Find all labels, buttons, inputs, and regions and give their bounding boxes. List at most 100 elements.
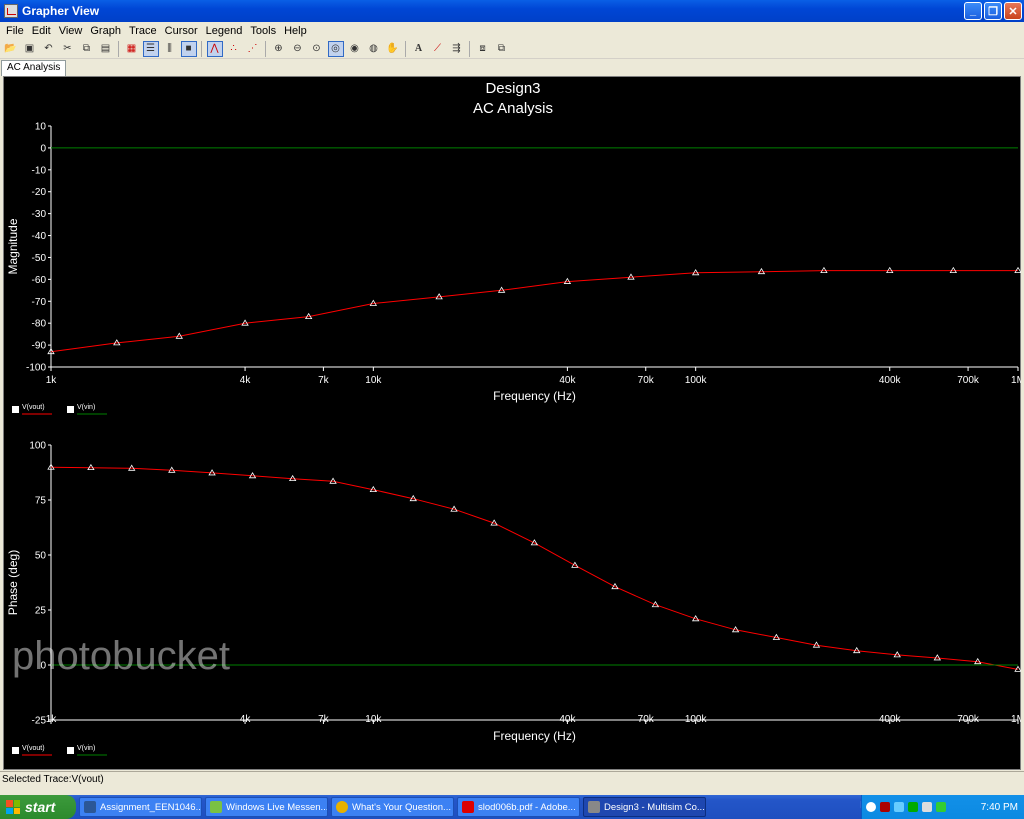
cursor-toggle-icon[interactable]: ⫼ — [162, 41, 178, 57]
copy-icon[interactable]: ⧉ — [79, 41, 95, 57]
legend-checkbox — [67, 747, 74, 754]
taskbar-item-multisim[interactable]: Design3 - Multisim Co... — [583, 797, 706, 817]
messenger-icon — [210, 801, 222, 813]
y-tick-label: 75 — [35, 496, 47, 507]
close-button[interactable]: ✕ — [1004, 2, 1022, 20]
toolbar-separator — [405, 40, 406, 57]
menu-trace[interactable]: Trace — [125, 25, 161, 37]
tab-ac-analysis[interactable]: AC Analysis — [1, 60, 67, 76]
grid-toggle-icon[interactable]: ▦ — [124, 41, 140, 57]
menu-file[interactable]: File — [2, 25, 28, 37]
y-tick-label: 100 — [29, 441, 46, 452]
text-label-icon[interactable]: A — [411, 41, 427, 57]
tab-strip: AC Analysis — [0, 59, 1024, 76]
x-tick-label: 40k — [559, 714, 576, 725]
legend-checkbox — [12, 747, 19, 754]
tray-antivirus-icon[interactable] — [908, 802, 918, 812]
status-bar: Selected Trace:V(vout) — [0, 771, 1024, 787]
menu-tools[interactable]: Tools — [246, 25, 280, 37]
export-icon[interactable]: ⇶ — [449, 41, 465, 57]
y-tick-label: -25 — [32, 716, 47, 727]
x-tick-label: 1k — [46, 375, 58, 386]
legend-toggle-icon[interactable]: ☰ — [142, 40, 159, 57]
menu-help[interactable]: Help — [280, 25, 311, 37]
x-tick-label: 4k — [240, 714, 252, 725]
photobucket-watermark: photobucket — [12, 634, 230, 678]
tray-app-icon[interactable] — [880, 802, 890, 812]
tray-volume-icon[interactable] — [922, 802, 932, 812]
overlay-icon[interactable]: ⧈ — [475, 41, 491, 57]
menu-legend[interactable]: Legend — [202, 25, 247, 37]
menu-edit[interactable]: Edit — [28, 25, 55, 37]
math-icon[interactable]: ⟋ — [430, 41, 446, 57]
task-label: Assignment_EEN1046... — [100, 801, 202, 813]
windows-flag-icon — [6, 800, 20, 814]
graph-title-line2: AC Analysis — [473, 100, 553, 117]
restore-button[interactable]: ❐ — [984, 2, 1002, 20]
y-tick-label: -90 — [32, 341, 47, 352]
open-folder-icon[interactable]: 📂 — [3, 41, 19, 57]
y-tick-label: 10 — [35, 122, 47, 133]
magnitude-plot[interactable]: 10 0 -10 -20 -30 -40 -50 -60 -70 -80 -90 -1001k 4k 7k… — [6, 122, 1022, 415]
menu-cursor[interactable]: Cursor — [161, 25, 202, 37]
save-icon[interactable]: ▣ — [22, 41, 38, 57]
start-button[interactable]: start — [0, 795, 76, 819]
legend-checkbox — [67, 406, 74, 413]
trace-markers-icon[interactable]: ⋰ — [245, 41, 261, 57]
x-axis-label: Frequency (Hz) — [493, 729, 576, 743]
phase-plot[interactable]: 1007550250-25 1k 4k 7k 10k 40k 70k 100k 400k 700k… — [6, 441, 1022, 756]
zoom-x-icon[interactable]: ◉ — [347, 41, 363, 57]
trace-line-icon[interactable]: ⋀ — [206, 40, 223, 57]
zoom-full-icon[interactable]: ◎ — [327, 40, 344, 57]
y-tick-label: -10 — [32, 165, 47, 176]
zoom-out-icon[interactable]: ⊖ — [290, 41, 306, 57]
system-tray: 7:40 PM — [861, 795, 1024, 819]
cut-icon[interactable]: ✂ — [60, 41, 76, 57]
zoom-area-icon[interactable]: ⊙ — [309, 41, 325, 57]
y-tick-label: -30 — [32, 209, 47, 220]
menu-view[interactable]: View — [55, 25, 87, 37]
y-axis-label-phase: Phase (deg) — [6, 550, 20, 615]
minimize-button[interactable]: _ — [964, 2, 982, 20]
tray-arrow-icon[interactable] — [866, 802, 876, 812]
tray-network-icon[interactable] — [894, 802, 904, 812]
y-tick-label: 25 — [35, 606, 47, 617]
zoom-in-icon[interactable]: ⊕ — [271, 41, 287, 57]
y-tick-label: -20 — [32, 187, 47, 198]
y-tick-label: -70 — [32, 297, 47, 308]
pan-hand-icon[interactable]: ✋ — [385, 41, 401, 57]
pdf-icon — [462, 801, 474, 813]
trace-points-icon[interactable]: ∴ — [226, 41, 242, 57]
tray-messenger-icon[interactable] — [936, 802, 946, 812]
grapher-app-icon — [4, 4, 18, 18]
taskbar-item-messenger[interactable]: Windows Live Messen... — [205, 797, 328, 817]
title-bar[interactable]: Grapher View _ ❐ ✕ — [0, 0, 1024, 22]
ac-analysis-graph[interactable]: Design3 AC Analysis 100-10-20-30-40-50-6… — [4, 77, 1022, 771]
y-tick-label: -50 — [32, 253, 47, 264]
toolbar-separator — [201, 40, 202, 57]
menu-bar: File Edit View Graph Trace Cursor Legend… — [0, 22, 1024, 39]
reverse-colors-icon[interactable]: ■ — [180, 40, 197, 57]
zoom-y-icon[interactable]: ◍ — [366, 41, 382, 57]
taskbar-item-pdf[interactable]: slod006b.pdf - Adobe... — [457, 797, 580, 817]
x-tick-label: 7k — [318, 375, 330, 386]
paste-icon[interactable]: ▤ — [98, 41, 114, 57]
taskbar-item-assignment[interactable]: Assignment_EEN1046... — [79, 797, 202, 817]
undo-icon[interactable]: ↶ — [41, 41, 57, 57]
y-tick-label: -60 — [32, 275, 47, 286]
toolbar-separator — [469, 40, 470, 57]
task-label: Windows Live Messen... — [226, 801, 328, 813]
legend-label: V(vout) — [22, 745, 45, 752]
menu-graph[interactable]: Graph — [86, 25, 125, 37]
task-label: What's Your Question... — [352, 801, 451, 813]
transfer-icon[interactable]: ⧉ — [494, 41, 510, 57]
x-tick-label: 100k — [685, 714, 708, 725]
legend-label: V(vin) — [77, 745, 95, 752]
taskbar-item-browser[interactable]: What's Your Question... — [331, 797, 454, 817]
plot-area[interactable]: Design3 AC Analysis 10 0 -10 -20 -30 -40 -50 -6… — [3, 76, 1022, 771]
window-title: Grapher View — [22, 4, 100, 18]
task-label: Design3 - Multisim Co... — [604, 801, 705, 813]
start-label: start — [25, 799, 56, 815]
y-tick-label: -40 — [32, 231, 47, 242]
toolbar-separator — [118, 40, 119, 57]
